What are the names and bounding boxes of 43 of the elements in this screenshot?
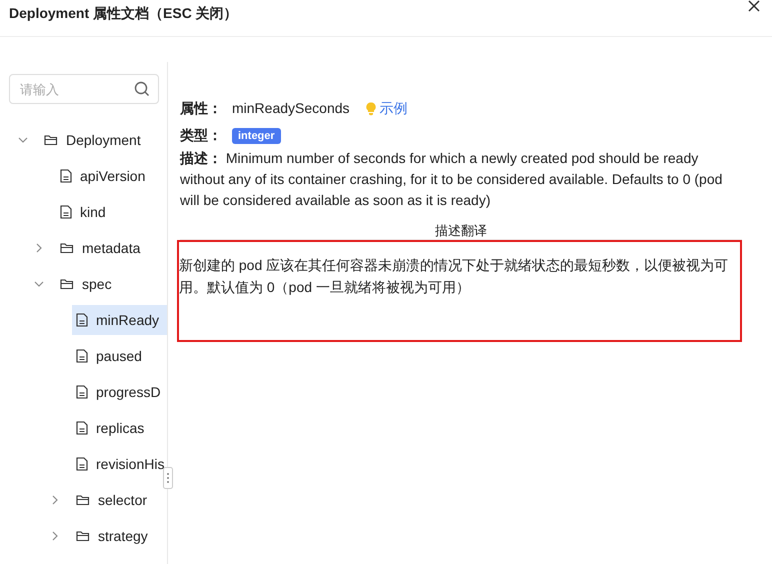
folder-icon: [60, 278, 74, 290]
tree-item[interactable]: strategy: [72, 521, 167, 551]
type-tag: integer: [232, 128, 281, 144]
tree-item[interactable]: replicas: [72, 413, 167, 443]
close-icon[interactable]: [748, 0, 760, 12]
tree-item[interactable]: minReady: [72, 305, 167, 335]
tree-item[interactable]: revisionHis: [72, 449, 170, 479]
file-icon: [76, 349, 88, 363]
tree-item[interactable]: metadata: [56, 233, 167, 263]
search-icon: [134, 81, 150, 97]
chevron-icon[interactable]: [50, 495, 60, 505]
folder-icon: [60, 242, 74, 254]
search-field[interactable]: 请输入: [9, 74, 159, 104]
chevron-icon[interactable]: [34, 279, 44, 289]
field-label: 属性：: [180, 99, 222, 118]
section-title: 描述翻译: [435, 223, 487, 238]
file-icon: [76, 313, 88, 327]
chevron-icon[interactable]: [18, 135, 28, 145]
tree-item[interactable]: spec: [56, 269, 167, 299]
file-icon: [60, 205, 72, 219]
window-title: Deployment 属性文档（ESC 关闭）: [9, 5, 238, 23]
lightbulb-icon: [366, 102, 376, 116]
file-icon: [76, 457, 88, 471]
tree-item[interactable]: selector: [72, 485, 167, 515]
chevron-icon[interactable]: [50, 531, 60, 541]
resize-handle-icon[interactable]: [163, 467, 173, 489]
tree-item[interactable]: paused: [72, 341, 167, 371]
folder-icon: [76, 530, 90, 542]
folder-icon: [76, 494, 90, 506]
field-label: 类型：: [180, 126, 222, 145]
file-icon: [76, 385, 88, 399]
tree-item[interactable]: Deployment: [40, 125, 167, 155]
tree-item[interactable]: kind: [56, 197, 167, 227]
property-name: minReadySeconds: [232, 99, 350, 118]
chevron-icon[interactable]: [34, 243, 44, 253]
example-link[interactable]: 示例: [380, 98, 408, 119]
file-icon: [60, 169, 72, 183]
translation-text: 新创建的 pod 应该在其任何容器未崩溃的情况下处于就绪状态的最短秒数，以便被视为可用。默认值为 0（pod 一旦就绪将被视为可用）: [179, 257, 728, 295]
description-text: 描述： Minimum number of seconds for which a newly created pod should be ready without any of its container crashing, for it to be considered available. Defaults to 0 (pod will be considered available as soon as it is ready): [180, 149, 724, 210]
tree-item[interactable]: progressD: [72, 377, 167, 407]
file-icon: [76, 421, 88, 435]
tree-item[interactable]: apiVersion: [56, 161, 167, 191]
folder-icon: [44, 134, 58, 146]
